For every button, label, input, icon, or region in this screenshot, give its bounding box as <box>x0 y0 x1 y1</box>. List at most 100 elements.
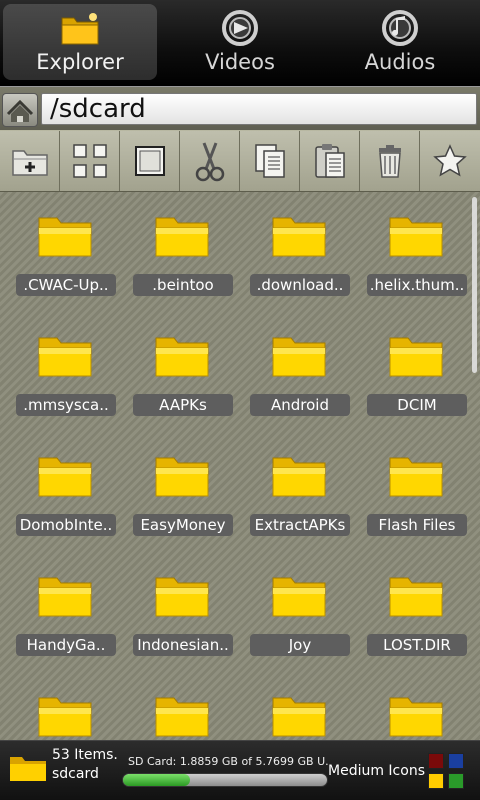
folder-item[interactable] <box>351 672 468 740</box>
folder-icon <box>38 577 92 617</box>
folder-item[interactable]: .beintoo <box>117 192 234 312</box>
folder-item[interactable] <box>0 672 117 740</box>
color-theme-picker[interactable] <box>426 749 466 793</box>
path-input[interactable]: /sdcard <box>41 93 477 125</box>
folder-label: .mmsysca.. <box>16 394 116 416</box>
folder-icon <box>272 217 326 257</box>
folder-label: .CWAC-Up.. <box>16 274 116 296</box>
folder-label: DCIM <box>367 394 467 416</box>
folder-label: .beintoo <box>133 274 233 296</box>
tab-videos-label: Videos <box>205 50 275 74</box>
folder-icon <box>155 217 209 257</box>
copy-icon <box>254 144 285 178</box>
folder-item[interactable]: .mmsysca.. <box>0 312 117 432</box>
folder-label: ExtractAPKs <box>250 514 350 536</box>
folder-icon <box>10 757 46 781</box>
grid-icon <box>72 144 107 178</box>
folder-label: LOST.DIR <box>367 634 467 656</box>
delete-button[interactable] <box>360 131 420 191</box>
folder-label: Indonesian.. <box>133 634 233 656</box>
folder-label: .helix.thum.. <box>367 274 467 296</box>
tab-explorer-label: Explorer <box>36 50 124 74</box>
folder-icon <box>38 457 92 497</box>
folder-item[interactable]: HandyGa.. <box>0 552 117 672</box>
tab-explorer[interactable]: Explorer <box>0 0 160 86</box>
folder-icon <box>272 577 326 617</box>
folder-icon <box>389 457 443 497</box>
folder-icon <box>61 13 99 45</box>
star-icon <box>433 144 467 177</box>
icon-size-mode[interactable]: Medium Icons <box>328 763 425 779</box>
current-folder-name: sdcard <box>52 766 99 782</box>
folder-icon <box>155 697 209 737</box>
folder-item[interactable]: .helix.thum.. <box>351 192 468 312</box>
folder-item[interactable]: AAPKs <box>117 312 234 432</box>
folder-icon <box>272 697 326 737</box>
folder-icon <box>389 217 443 257</box>
scissors-icon <box>195 142 224 182</box>
storage-progress-fill <box>123 774 191 786</box>
folder-item[interactable]: .download.. <box>234 192 351 312</box>
folder-icon <box>155 457 209 497</box>
folder-icon <box>272 337 326 377</box>
new-folder-icon <box>11 150 48 176</box>
paste-button[interactable] <box>300 131 360 191</box>
tab-bar: Explorer Videos Audios <box>0 0 480 86</box>
folder-item[interactable]: Android <box>234 312 351 432</box>
storage-info: SD Card: 1.8859 GB of 5.7699 GB U... <box>128 755 328 768</box>
color-swatch[interactable] <box>428 753 444 769</box>
file-grid[interactable]: .CWAC-Up.. .beintoo .download.. .helix.thum… <box>0 192 480 740</box>
item-count: 53 Items. <box>52 747 118 763</box>
folder-icon <box>38 217 92 257</box>
home-icon <box>6 99 34 122</box>
folder-item[interactable]: EasyMoney <box>117 432 234 552</box>
folder-icon <box>272 457 326 497</box>
action-toolbar <box>0 130 480 192</box>
folder-label: EasyMoney <box>133 514 233 536</box>
color-swatch[interactable] <box>448 753 464 769</box>
paste-icon <box>314 144 345 178</box>
folder-item[interactable]: LOST.DIR <box>351 552 468 672</box>
view-grid-button[interactable] <box>60 131 120 191</box>
folder-item[interactable] <box>234 672 351 740</box>
tab-audios[interactable]: Audios <box>320 0 480 86</box>
cut-button[interactable] <box>180 131 240 191</box>
tab-videos[interactable]: Videos <box>160 0 320 86</box>
folder-label: .download.. <box>250 274 350 296</box>
folder-label: Joy <box>250 634 350 656</box>
folder-icon <box>389 337 443 377</box>
folder-label: HandyGa.. <box>16 634 116 656</box>
folder-icon <box>389 577 443 617</box>
home-button[interactable] <box>2 93 38 127</box>
tab-audios-label: Audios <box>364 50 436 74</box>
music-icon <box>382 10 418 46</box>
folder-item[interactable]: Flash Files <box>351 432 468 552</box>
folder-label: AAPKs <box>133 394 233 416</box>
folder-item[interactable]: DCIM <box>351 312 468 432</box>
folder-label: Android <box>250 394 350 416</box>
new-folder-button[interactable] <box>0 131 60 191</box>
copy-button[interactable] <box>240 131 300 191</box>
folder-icon <box>155 577 209 617</box>
color-swatch[interactable] <box>428 773 444 789</box>
select-all-button[interactable] <box>120 131 180 191</box>
folder-icon <box>155 337 209 377</box>
color-swatch[interactable] <box>448 773 464 789</box>
path-bar: /sdcard <box>0 86 480 130</box>
folder-item[interactable]: Indonesian.. <box>117 552 234 672</box>
folder-item[interactable]: Joy <box>234 552 351 672</box>
folder-icon <box>38 337 92 377</box>
folder-icon <box>38 697 92 737</box>
folder-label: DomobInte.. <box>16 514 116 536</box>
status-bar: 53 Items. sdcard SD Card: 1.8859 GB of 5… <box>0 740 480 800</box>
folder-item[interactable] <box>117 672 234 740</box>
storage-progress-bar <box>122 773 328 787</box>
folder-item[interactable]: DomobInte.. <box>0 432 117 552</box>
scrollbar[interactable] <box>472 197 477 373</box>
folder-label: Flash Files <box>367 514 467 536</box>
folder-icon <box>389 697 443 737</box>
folder-item[interactable]: .CWAC-Up.. <box>0 192 117 312</box>
video-icon <box>222 10 258 46</box>
folder-item[interactable]: ExtractAPKs <box>234 432 351 552</box>
favorite-button[interactable] <box>420 131 480 191</box>
